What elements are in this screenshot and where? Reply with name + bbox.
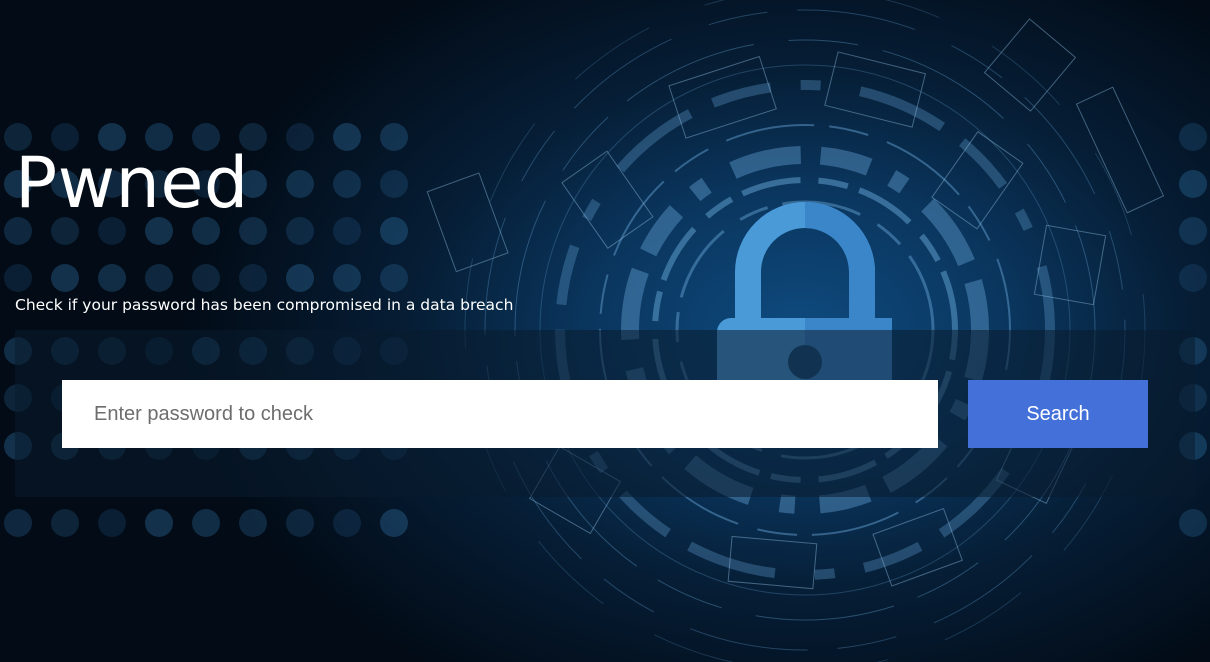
background-dot (380, 217, 408, 245)
background-dot (286, 123, 314, 151)
background-dot (333, 264, 361, 292)
background-dot (51, 509, 79, 537)
background-dot (51, 264, 79, 292)
background-dot (192, 264, 220, 292)
background-dot (286, 170, 314, 198)
background-dot (380, 264, 408, 292)
background-dot (333, 509, 361, 537)
background-dot (286, 264, 314, 292)
background-dot (333, 170, 361, 198)
page-subtitle: Check if your password has been compromi… (15, 296, 514, 314)
background-dot (4, 264, 32, 292)
background-dot (1179, 264, 1207, 292)
background-dot (1179, 123, 1207, 151)
search-panel: Search (15, 330, 1195, 497)
search-button[interactable]: Search (968, 380, 1148, 448)
background-dot (1179, 509, 1207, 537)
background-dot (286, 509, 314, 537)
page-title: Pwned (15, 142, 249, 224)
background-dot (98, 264, 126, 292)
background-dot (1179, 170, 1207, 198)
background-dot (333, 217, 361, 245)
password-input[interactable] (62, 380, 938, 448)
background-dot (333, 123, 361, 151)
background-dot (98, 509, 126, 537)
background-dot (239, 264, 267, 292)
hero-section: Pwned Check if your password has been co… (0, 0, 1210, 662)
background-dot (380, 509, 408, 537)
background-dot (380, 170, 408, 198)
background-dot (239, 509, 267, 537)
background-dot (286, 217, 314, 245)
background-dot (145, 264, 173, 292)
background-dot (145, 509, 173, 537)
background-dot (4, 509, 32, 537)
background-dot (380, 123, 408, 151)
background-dot (192, 509, 220, 537)
background-dot (1179, 217, 1207, 245)
